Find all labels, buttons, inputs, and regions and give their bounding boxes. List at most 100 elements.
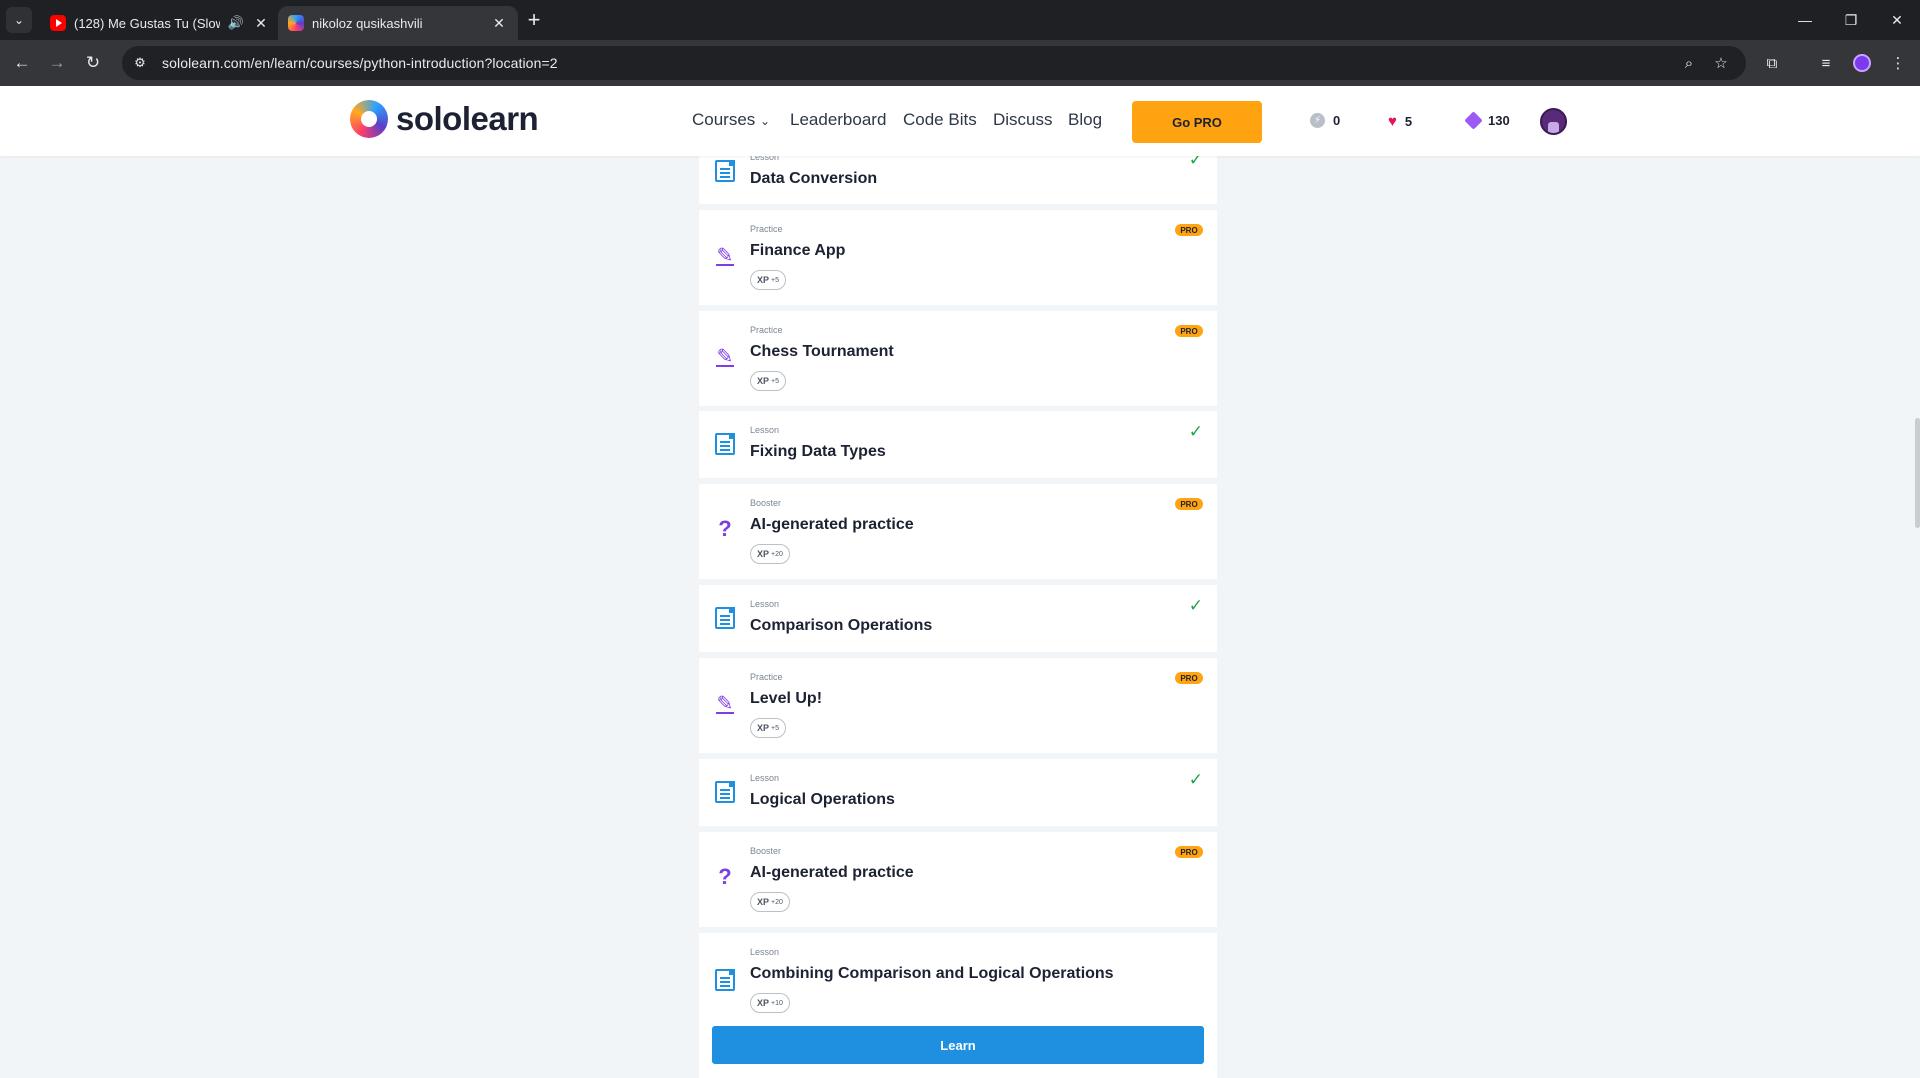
nav-discuss[interactable]: Discuss xyxy=(993,110,1053,130)
pro-badge: PRO xyxy=(1175,224,1203,236)
extensions-icon[interactable]: ⧉ xyxy=(1758,49,1786,77)
nav-leaderboard[interactable]: Leaderboard xyxy=(790,110,886,130)
streak-value: 0 xyxy=(1333,113,1341,128)
restore-button[interactable]: ❐ xyxy=(1828,0,1874,40)
item-title: Combining Comparison and Logical Operati… xyxy=(750,965,1114,982)
item-type: Practice xyxy=(750,224,783,234)
tab-youtube[interactable]: (128) Me Gustas Tu (Slowed 🔊 ✕ xyxy=(40,6,280,40)
hearts-counter[interactable]: ♥ 5 xyxy=(1388,113,1412,130)
item-type: Lesson xyxy=(750,599,780,609)
lesson-icon xyxy=(715,433,735,455)
learn-button[interactable]: Learn xyxy=(712,1026,1204,1064)
heart-icon: ♥ xyxy=(1388,113,1397,130)
sololearn-logo[interactable]: sololearn xyxy=(350,100,539,138)
gems-counter[interactable]: 130 xyxy=(1464,111,1510,130)
xp-badge: XP +5 xyxy=(750,270,786,290)
speaker-icon[interactable]: 🔊 xyxy=(228,15,244,31)
site-header: sololearn Courses ⌄ Leaderboard Code Bit… xyxy=(0,86,1920,156)
item-title: Comparison Operations xyxy=(750,617,933,634)
zoom-icon[interactable]: ⌕ xyxy=(1675,49,1703,77)
checkmark-icon: ✓ xyxy=(1188,770,1203,789)
question-mark-icon: ? xyxy=(718,864,732,889)
pencil-icon: ✎ xyxy=(716,693,734,715)
item-type: Lesson xyxy=(750,773,780,783)
xp-badge: XP +5 xyxy=(750,371,786,391)
media-control-icon[interactable]: ≡ xyxy=(1812,49,1840,77)
tab-sololearn[interactable]: nikoloz qusikashvili ✕ xyxy=(278,6,518,40)
page-scrollbar[interactable] xyxy=(1915,418,1920,528)
current-lesson-card[interactable]: Lesson Combining Comparison and Logical … xyxy=(699,933,1217,1078)
minimize-button[interactable]: — xyxy=(1782,0,1828,40)
bookmark-star-icon[interactable]: ☆ xyxy=(1707,49,1735,77)
nav-blog[interactable]: Blog xyxy=(1068,110,1102,130)
list-item[interactable]: Booster PRO ? AI-generated practice XP +2… xyxy=(699,832,1217,927)
checkmark-icon: ✓ xyxy=(1188,596,1203,615)
close-window-button[interactable]: ✕ xyxy=(1874,0,1920,40)
browser-tab-bar: ⌄ (128) Me Gustas Tu (Slowed 🔊 ✕ nikoloz… xyxy=(0,0,1920,40)
logo-text: sololearn xyxy=(396,100,539,137)
item-title: AI-generated practice xyxy=(750,864,914,881)
question-mark-icon: ? xyxy=(718,516,732,541)
pencil-icon: ✎ xyxy=(716,346,734,368)
lesson-icon xyxy=(715,969,735,991)
xp-badge: XP +20 xyxy=(750,544,790,564)
tab-title: (128) Me Gustas Tu (Slowed xyxy=(74,15,220,31)
item-type: Lesson xyxy=(750,947,780,957)
item-type: Practice xyxy=(750,672,783,682)
pro-badge: PRO xyxy=(1175,325,1203,337)
list-item[interactable]: Lesson Logical Operations ✓ xyxy=(699,759,1217,826)
item-title: Fixing Data Types xyxy=(750,443,886,460)
pro-badge: PRO xyxy=(1175,846,1203,858)
item-title: AI-generated practice xyxy=(750,516,914,533)
item-type: Practice xyxy=(750,325,783,335)
tab-title: nikoloz qusikashvili xyxy=(312,15,423,31)
hearts-value: 5 xyxy=(1404,114,1413,129)
reload-button[interactable]: ↻ xyxy=(79,49,107,77)
bolt-icon: ⚡ xyxy=(1310,113,1325,128)
nav-code-bits[interactable]: Code Bits xyxy=(903,110,977,130)
gems-value: 130 xyxy=(1488,113,1510,128)
menu-icon[interactable]: ⋮ xyxy=(1884,49,1912,77)
close-tab-icon[interactable]: ✕ xyxy=(252,15,270,32)
sololearn-logo-icon xyxy=(350,100,388,138)
pro-badge: PRO xyxy=(1175,498,1203,510)
new-tab-button[interactable]: + xyxy=(520,6,548,34)
go-pro-button[interactable]: Go PRO xyxy=(1132,101,1262,143)
streak-counter[interactable]: ⚡ 0 xyxy=(1310,113,1340,128)
user-avatar[interactable] xyxy=(1540,108,1567,135)
close-tab-icon[interactable]: ✕ xyxy=(490,15,508,32)
list-item[interactable]: Lesson Fixing Data Types ✓ xyxy=(699,411,1217,478)
item-title: Logical Operations xyxy=(750,791,895,808)
item-title: Finance App xyxy=(750,242,846,259)
lesson-icon xyxy=(715,781,735,803)
browser-toolbar: ← → ↻ ⚙ sololearn.com/en/learn/courses/p… xyxy=(0,40,1920,86)
pro-badge: PRO xyxy=(1175,672,1203,684)
list-item[interactable]: Practice PRO ✎ Chess Tournament XP +5 xyxy=(699,311,1217,406)
address-bar[interactable]: ⚙ sololearn.com/en/learn/courses/python-… xyxy=(122,46,1746,80)
sololearn-icon xyxy=(288,15,304,31)
back-button[interactable]: ← xyxy=(8,49,36,77)
nav-courses[interactable]: Courses ⌄ xyxy=(692,110,770,130)
xp-badge: XP +5 xyxy=(750,718,786,738)
xp-badge: XP +10 xyxy=(750,993,790,1013)
list-item[interactable]: Booster PRO ? AI-generated practice XP +2… xyxy=(699,484,1217,579)
item-type: Booster xyxy=(750,498,782,508)
lesson-icon xyxy=(715,607,735,629)
chevron-down-icon: ⌄ xyxy=(760,114,771,128)
gem-icon xyxy=(1464,111,1483,130)
lesson-icon xyxy=(715,160,735,182)
profile-icon[interactable] xyxy=(1848,49,1876,77)
list-item[interactable]: Lesson Comparison Operations ✓ xyxy=(699,585,1217,652)
tab-search-button[interactable]: ⌄ xyxy=(6,7,32,33)
list-item[interactable]: Practice PRO ✎ Level Up! XP +5 xyxy=(699,658,1217,753)
item-title: Level Up! xyxy=(750,690,823,707)
item-type: Booster xyxy=(750,846,782,856)
forward-button[interactable]: → xyxy=(43,49,71,77)
item-title: Data Conversion xyxy=(750,170,878,187)
pencil-icon: ✎ xyxy=(716,245,734,267)
item-type: Lesson xyxy=(750,425,780,435)
list-item[interactable]: Practice PRO ✎ Finance App XP +5 xyxy=(699,210,1217,305)
xp-badge: XP +20 xyxy=(750,892,790,912)
site-info-icon[interactable]: ⚙ xyxy=(126,49,154,77)
url-text[interactable]: sololearn.com/en/learn/courses/python-in… xyxy=(162,55,558,71)
